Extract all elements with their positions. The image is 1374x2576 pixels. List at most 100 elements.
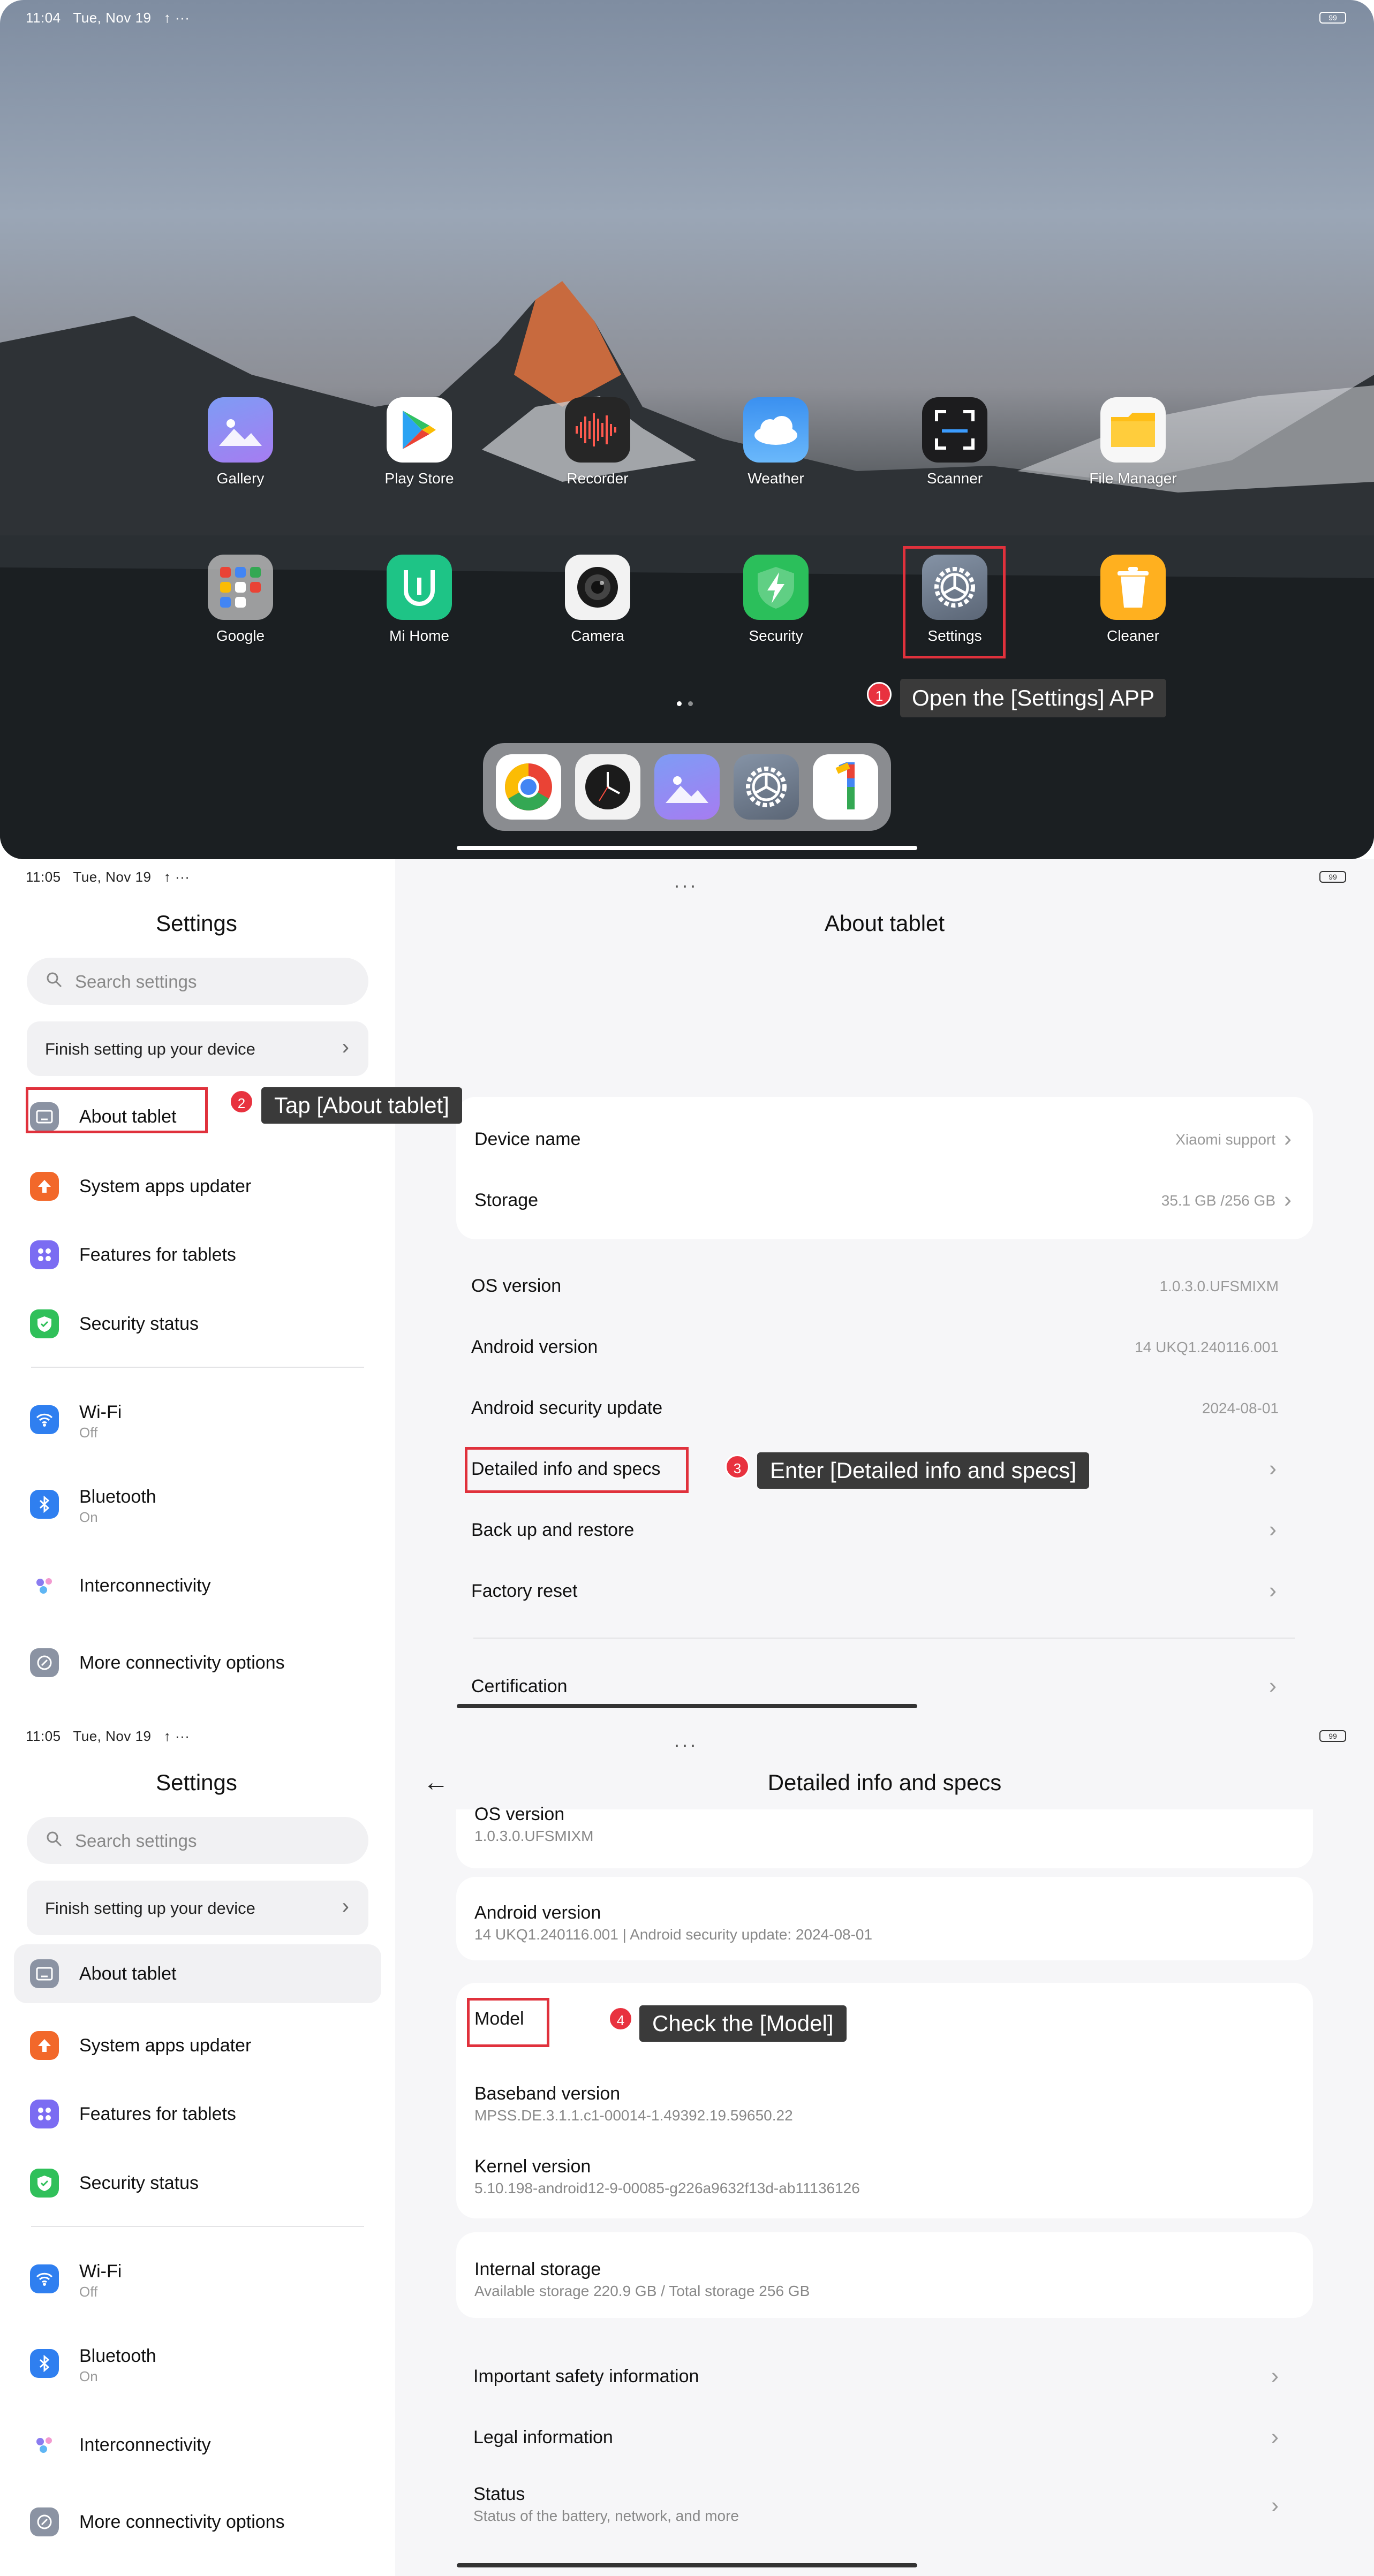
sidebar-item-security-status[interactable]: Security status bbox=[14, 1294, 381, 1348]
factory-reset-row[interactable]: Factory reset › bbox=[471, 1570, 1299, 1613]
sidebar-item-bluetooth[interactable]: Bluetooth On bbox=[14, 2334, 381, 2393]
row-value: 14 UKQ1.240116.001 | Android security up… bbox=[474, 1926, 873, 1943]
backup-restore-row[interactable]: Back up and restore › bbox=[471, 1509, 1299, 1552]
page-indicator bbox=[677, 699, 699, 709]
sidebar-item-wifi[interactable]: Wi-Fi Off bbox=[14, 1390, 381, 1449]
sidebar-item-label: Interconnectivity bbox=[79, 2435, 211, 2455]
sidebar-item-features-for-tablets[interactable]: Features for tablets bbox=[14, 1225, 381, 1279]
app-recorder[interactable]: Recorder bbox=[533, 397, 662, 487]
chevron-right-icon: › bbox=[1284, 1126, 1292, 1151]
bluetooth-icon bbox=[30, 2349, 59, 2378]
app-google-folder[interactable]: Google bbox=[176, 555, 305, 645]
app-gallery[interactable]: Gallery bbox=[176, 397, 305, 487]
sidebar-item-interconnectivity[interactable]: Interconnectivity bbox=[14, 1556, 381, 1610]
legal-info-row[interactable]: Legal information › bbox=[473, 2416, 1301, 2459]
sidebar-item-label: Wi-Fi bbox=[79, 1402, 122, 1422]
app-security[interactable]: Security bbox=[712, 555, 840, 645]
status-row[interactable]: Status Status of the battery, network, a… bbox=[473, 2479, 1301, 2532]
android-version-row: Android version 14 UKQ1.240116.001 | And… bbox=[474, 1903, 1302, 1951]
chevron-right-icon: › bbox=[1271, 2424, 1279, 2449]
instruction-tooltip-4: Check the [Model] bbox=[639, 2005, 847, 2042]
sidebar-item-system-apps-updater[interactable]: System apps updater bbox=[14, 1157, 381, 1210]
model-row[interactable]: Model bbox=[474, 2005, 1302, 2037]
storage-row[interactable]: Storage 35.1 GB /256 GB › bbox=[474, 1179, 1302, 1222]
row-value: 1.0.3.0.UFSMIXM bbox=[474, 1828, 594, 1844]
sidebar-item-label: Security status bbox=[79, 1314, 199, 1334]
app-scanner[interactable]: Scanner bbox=[890, 397, 1019, 487]
finish-setup-banner[interactable]: Finish setting up your device › bbox=[27, 1881, 368, 1935]
page-title: Detailed info and specs bbox=[767, 1770, 1002, 1795]
sidebar-item-about-tablet[interactable]: About tablet bbox=[14, 1944, 381, 2003]
search-input[interactable]: Search settings bbox=[27, 1817, 368, 1864]
row-value: 2024-08-01 bbox=[1202, 1400, 1279, 1416]
tablet-icon bbox=[30, 1959, 59, 1988]
app-weather[interactable]: Weather bbox=[712, 397, 840, 487]
detailed-info-panel: 11:05 Tue, Nov 19 ↑ ··· Settings Search … bbox=[0, 1718, 1374, 2576]
sidebar-item-bluetooth[interactable]: Bluetooth On bbox=[14, 1475, 381, 1534]
recorder-icon bbox=[565, 397, 630, 463]
sidebar-item-security-status[interactable]: Security status bbox=[14, 2154, 381, 2207]
chevron-right-icon: › bbox=[1269, 1578, 1277, 1603]
shield-check-icon bbox=[30, 1309, 59, 1338]
gallery-icon[interactable] bbox=[654, 754, 720, 820]
interconnectivity-icon bbox=[30, 1571, 59, 1600]
sidebar-item-sublabel: On bbox=[79, 2368, 98, 2384]
finish-setup-banner[interactable]: Finish setting up your device › bbox=[27, 1021, 368, 1076]
sidebar-item-label: About tablet bbox=[79, 1964, 177, 1984]
home-indicator[interactable] bbox=[457, 2563, 917, 2567]
os-version-row: OS version 1.0.3.0.UFSMIXM bbox=[471, 1265, 1299, 1308]
sidebar-item-more-connectivity[interactable]: More connectivity options bbox=[14, 2492, 381, 2546]
sidebar-item-features-for-tablets[interactable]: Features for tablets bbox=[14, 2085, 381, 2138]
sidebar-item-more-connectivity[interactable]: More connectivity options bbox=[14, 1633, 381, 1687]
battery-icon: 99 bbox=[1319, 871, 1346, 883]
more-dots-icon[interactable]: ··· bbox=[674, 874, 698, 897]
chrome-icon[interactable] bbox=[496, 754, 561, 820]
row-label: Back up and restore bbox=[471, 1520, 635, 1540]
sidebar-item-label: System apps updater bbox=[79, 2035, 252, 2056]
chevron-right-icon: › bbox=[1284, 1187, 1292, 1212]
step-badge-2: 2 bbox=[229, 1089, 254, 1114]
app-camera[interactable]: Camera bbox=[533, 555, 662, 645]
os-version-row: OS version 1.0.3.0.UFSMIXM bbox=[474, 1799, 1302, 1858]
app-label: Play Store bbox=[384, 470, 454, 487]
clock-icon[interactable] bbox=[575, 754, 640, 820]
sidebar-item-label: Features for tablets bbox=[79, 2104, 236, 2124]
sidebar-item-label: Interconnectivity bbox=[79, 1575, 211, 1596]
home-screen-panel: 11:04 Tue, Nov 19 ↑ ··· 99 Gallery Play … bbox=[0, 0, 1374, 859]
app-play-store[interactable]: Play Store bbox=[355, 397, 484, 487]
home-indicator[interactable] bbox=[457, 846, 917, 850]
row-label: Device name bbox=[474, 1129, 581, 1149]
highlight-box-about-tablet bbox=[26, 1087, 208, 1133]
bluetooth-icon bbox=[30, 1490, 59, 1519]
sidebar-item-system-apps-updater[interactable]: System apps updater bbox=[14, 2016, 381, 2070]
app-label: Google bbox=[216, 627, 265, 644]
app-file-manager[interactable]: File Manager bbox=[1069, 397, 1197, 487]
step-badge-1: 1 bbox=[867, 682, 892, 707]
page-title: About tablet bbox=[824, 911, 945, 936]
search-placeholder: Search settings bbox=[75, 1831, 197, 1851]
sidebar-item-sublabel: Off bbox=[79, 1425, 98, 1441]
sidebar-item-interconnectivity[interactable]: Interconnectivity bbox=[14, 2415, 381, 2469]
device-name-row[interactable]: Device name Xiaomi support › bbox=[474, 1118, 1302, 1161]
home-indicator[interactable] bbox=[457, 1704, 917, 1708]
more-dots-icon[interactable]: ··· bbox=[674, 1733, 698, 1756]
dock bbox=[483, 743, 891, 831]
baseband-version-row: Baseband version MPSS.DE.3.1.1.c1-00014-… bbox=[474, 2083, 1302, 2132]
status-time: 11:04 bbox=[26, 10, 61, 26]
sidebar-item-wifi[interactable]: Wi-Fi Off bbox=[14, 2249, 381, 2308]
settings-icon[interactable] bbox=[734, 754, 799, 820]
detailed-info-pane: ··· 99 ← Detailed info and specs OS vers… bbox=[395, 1718, 1374, 2576]
app-cleaner[interactable]: Cleaner bbox=[1069, 555, 1197, 645]
divider bbox=[31, 1367, 364, 1368]
app-mi-home[interactable]: Mi Home bbox=[355, 555, 484, 645]
certification-row[interactable]: Certification › bbox=[471, 1665, 1299, 1708]
search-input[interactable]: Search settings bbox=[27, 958, 368, 1005]
app-label: Cleaner bbox=[1106, 627, 1160, 644]
grid-icon bbox=[30, 2100, 59, 2128]
about-tablet-pane: ··· 99 About tablet Device name Xiaomi s… bbox=[395, 859, 1374, 1718]
safety-info-row[interactable]: Important safety information › bbox=[473, 2355, 1301, 2398]
sidebar-item-label: System apps updater bbox=[79, 1176, 252, 1196]
one-icon[interactable] bbox=[813, 754, 878, 820]
settings-sidebar: 11:05 Tue, Nov 19 ↑ ··· Settings Search … bbox=[0, 859, 393, 1718]
sidebar-title: Settings bbox=[156, 1770, 237, 1795]
